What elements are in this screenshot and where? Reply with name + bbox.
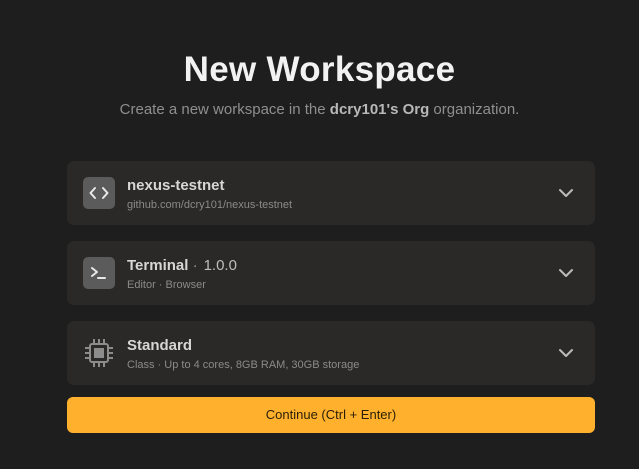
repository-url: github.com/dcry101/nexus-testnet xyxy=(127,199,293,211)
terminal-icon xyxy=(83,257,115,289)
new-workspace-page: New Workspace Create a new workspace in … xyxy=(0,0,639,469)
editor-version: 1.0.0 xyxy=(203,257,237,274)
page-title: New Workspace xyxy=(183,50,456,89)
workspace-class-selector[interactable]: Standard Class · Up to 4 cores, 8GB RAM,… xyxy=(67,321,595,385)
subtitle-prefix: Create a new workspace in the xyxy=(119,101,330,118)
subtitle-suffix: organization. xyxy=(429,101,520,118)
page-subtitle: Create a new workspace in the dcry101's … xyxy=(0,101,639,118)
organization-name: dcry101's Org xyxy=(329,101,430,118)
repository-selector[interactable]: nexus-testnet github.com/dcry101/nexus-t… xyxy=(67,161,595,225)
workspace-class-name: Standard xyxy=(127,337,193,354)
cpu-chip-icon xyxy=(83,337,115,369)
chevron-down-icon xyxy=(559,269,573,277)
continue-button[interactable]: Continue (Ctrl + Enter) xyxy=(67,397,595,433)
editor-label: Terminal · 1.0.0 xyxy=(127,257,237,274)
chevron-down-icon xyxy=(559,349,573,357)
editor-detail: Editor · Browser xyxy=(127,279,206,291)
editor-selector[interactable]: Terminal · 1.0.0 Editor · Browser xyxy=(67,241,595,305)
chevron-down-icon xyxy=(559,189,573,197)
workspace-class-detail: Class · Up to 4 cores, 8GB RAM, 30GB sto… xyxy=(127,359,360,371)
code-brackets-icon xyxy=(83,177,115,209)
editor-name: Terminal xyxy=(127,257,189,274)
editor-separator: · xyxy=(188,257,198,274)
repository-name: nexus-testnet xyxy=(127,177,225,194)
